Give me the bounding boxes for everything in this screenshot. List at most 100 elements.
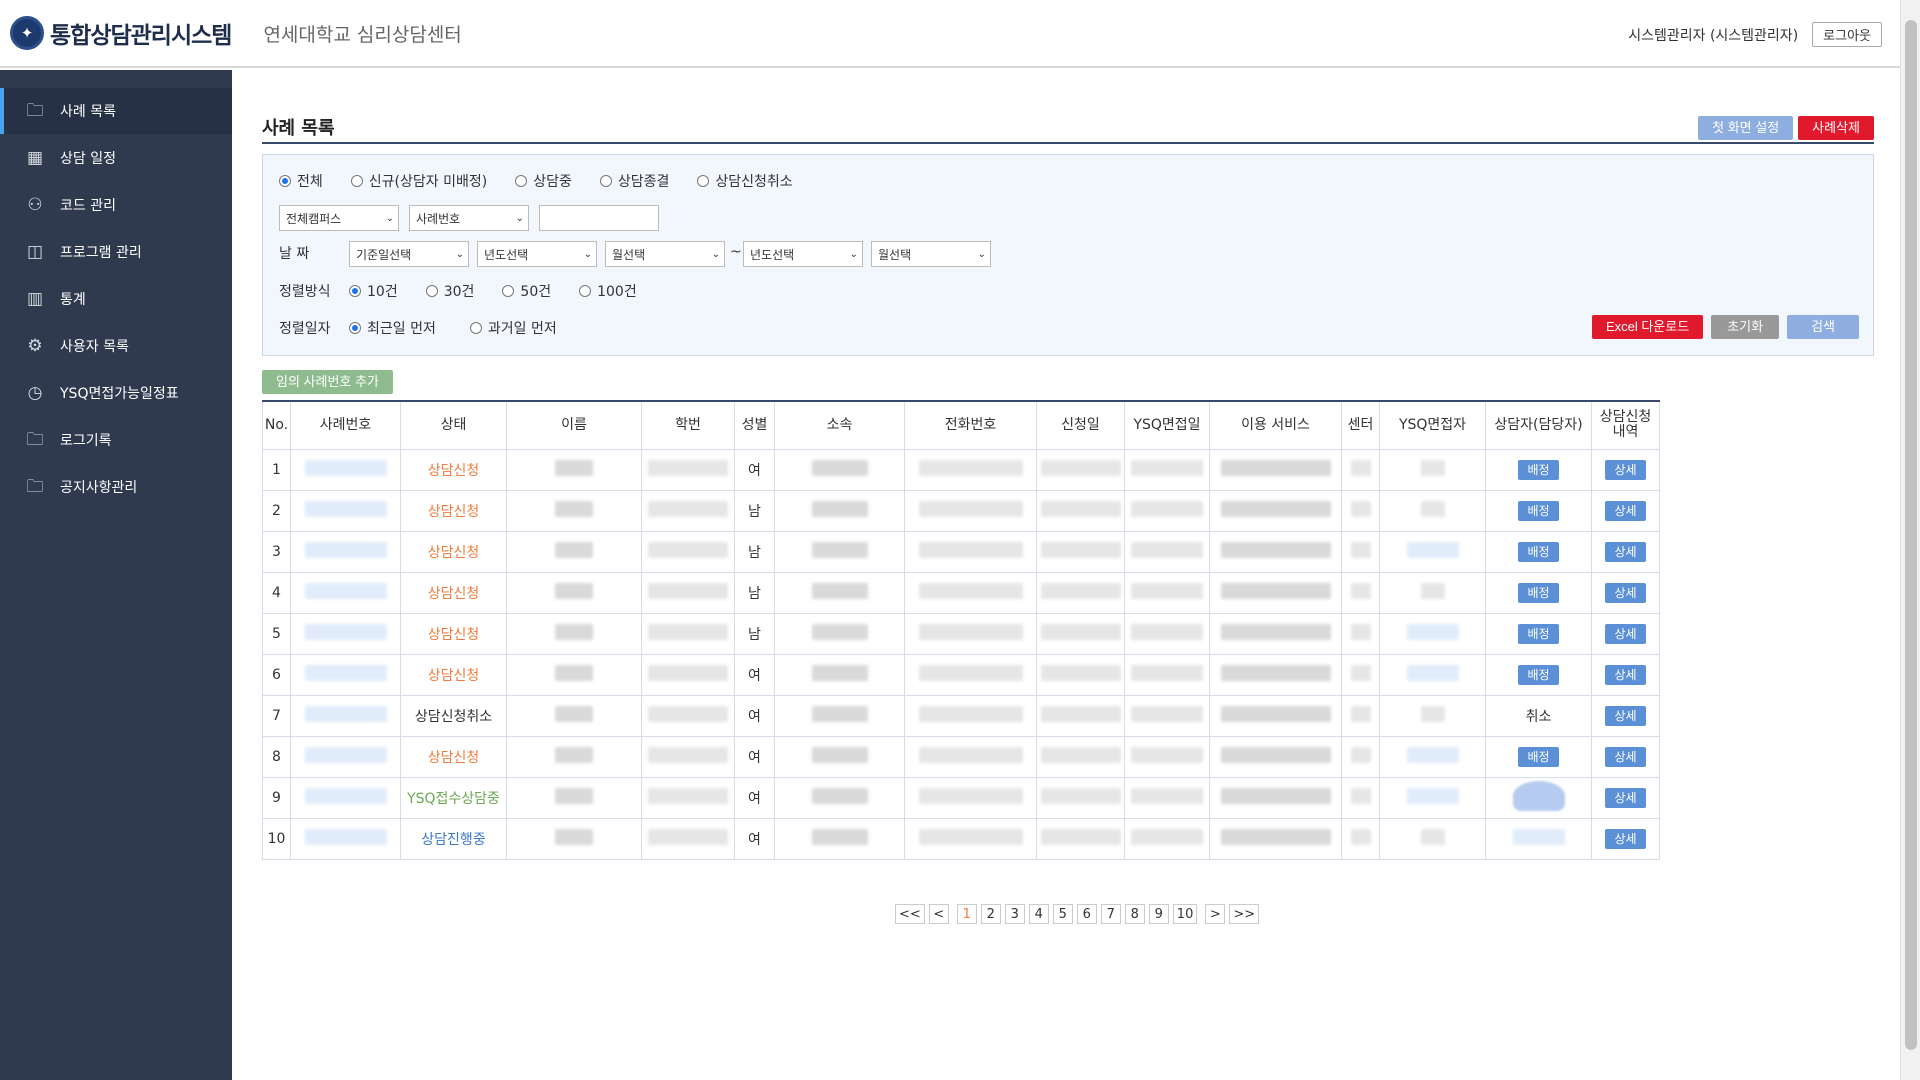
table-row[interactable]: 10 상담진행중 여 상세 [262, 817, 1660, 860]
col-no[interactable]: No. [262, 400, 291, 450]
radio-indicator[interactable] [350, 175, 363, 187]
excel-download-button[interactable]: Excel 다운로드 [1591, 315, 1704, 339]
last-page-button[interactable]: >> [1229, 904, 1260, 924]
col-detail[interactable]: 상담신청 내역 [1591, 400, 1660, 450]
table-row[interactable]: 6 상담신청 여 배정 상세 [262, 653, 1660, 696]
detail-button[interactable]: 상세 [1605, 623, 1646, 644]
prev-page-button[interactable]: < [928, 904, 949, 924]
month-to-select[interactable]: 월선택 ⌄ [871, 241, 991, 267]
table-row[interactable]: 4 상담신청 남 배정 상세 [262, 571, 1660, 614]
page-5-button[interactable]: 5 [1052, 904, 1073, 924]
delete-case-button[interactable]: 사례삭제 [1798, 116, 1874, 140]
logo[interactable]: ✦ 통합상담관리시스템 [10, 16, 232, 50]
col-affiliation[interactable]: 소속 [774, 400, 905, 450]
sidebar-item-code-management[interactable]: ⚇ 코드 관리 [0, 181, 232, 228]
status-radio-cancelled[interactable]: 상담신청취소 [697, 171, 793, 191]
detail-button[interactable]: 상세 [1605, 541, 1646, 562]
sidebar-item-program-management[interactable]: ◫ 프로그램 관리 [0, 228, 232, 275]
sidebar-item-log[interactable]: 🗀 로그기록 [0, 416, 232, 463]
assign-button[interactable]: 배정 [1518, 746, 1559, 767]
reset-button[interactable]: 초기화 [1711, 315, 1780, 339]
radio-indicator[interactable] [425, 285, 438, 297]
col-center[interactable]: 센터 [1341, 400, 1380, 450]
home-setting-button[interactable]: 첫 화면 설정 [1698, 116, 1794, 140]
table-row[interactable]: 1 상담신청 여 배정 상세 [262, 448, 1660, 491]
sidebar-item-schedule[interactable]: ▦ 상담 일정 [0, 134, 232, 181]
table-row[interactable]: 9 YSQ접수상담중 여 상세 [262, 776, 1660, 819]
sidebar-item-user-list[interactable]: ⚙ 사용자 목록 [0, 322, 232, 369]
table-row[interactable]: 2 상담신청 남 배정 상세 [262, 489, 1660, 532]
status-radio-in-progress[interactable]: 상담중 [515, 171, 572, 191]
assign-button[interactable]: 배정 [1518, 582, 1559, 603]
assign-button[interactable]: 배정 [1518, 500, 1559, 521]
sidebar-item-case-list[interactable]: 🗀 사례 목록 [0, 88, 232, 134]
page-9-button[interactable]: 9 [1148, 904, 1169, 924]
assign-button[interactable]: 배정 [1518, 459, 1559, 480]
radio-indicator[interactable] [349, 322, 361, 334]
sort-count-radio-30[interactable]: 30건 [425, 281, 474, 301]
radio-indicator[interactable] [515, 175, 528, 187]
logout-button[interactable]: 로그아웃 [1812, 22, 1882, 47]
page-4-button[interactable]: 4 [1028, 904, 1049, 924]
assign-button[interactable]: 배정 [1518, 541, 1559, 562]
sidebar-item-ysq-schedule[interactable]: ◷ YSQ면접가능일정표 [0, 369, 232, 416]
date-basis-select[interactable]: 기준일선택 ⌄ [349, 241, 469, 267]
radio-indicator[interactable] [469, 322, 482, 334]
detail-button[interactable]: 상세 [1605, 459, 1646, 480]
detail-button[interactable]: 상세 [1605, 828, 1646, 849]
table-row[interactable]: 8 상담신청 여 배정 상세 [262, 735, 1660, 778]
col-ysq-interview-date[interactable]: YSQ면접일 [1124, 400, 1210, 450]
col-gender[interactable]: 성별 [734, 400, 775, 450]
assign-button[interactable]: 배정 [1518, 664, 1559, 685]
page-1-button[interactable]: 1 [956, 904, 977, 924]
table-row[interactable]: 3 상담신청 남 배정 상세 [262, 530, 1660, 573]
sort-date-radio-oldest[interactable]: 과거일 먼저 [469, 318, 557, 338]
col-apply-date[interactable]: 신청일 [1036, 400, 1125, 450]
sort-count-radio-100[interactable]: 100건 [579, 281, 637, 301]
detail-button[interactable]: 상세 [1605, 705, 1646, 726]
col-name[interactable]: 이름 [506, 400, 642, 450]
status-radio-closed[interactable]: 상담종결 [599, 171, 669, 191]
vertical-scrollbar[interactable] [1900, 0, 1920, 1080]
year-from-select[interactable]: 년도선택 ⌄ [477, 241, 597, 267]
page-8-button[interactable]: 8 [1124, 904, 1145, 924]
radio-indicator[interactable] [349, 285, 361, 297]
sidebar-item-statistics[interactable]: ▥ 통계 [0, 275, 232, 322]
col-status[interactable]: 상태 [400, 400, 507, 450]
col-counselor[interactable]: 상담자(담당자) [1485, 400, 1592, 450]
assign-button[interactable]: 배정 [1518, 623, 1559, 644]
detail-button[interactable]: 상세 [1605, 664, 1646, 685]
col-ysq-interviewer[interactable]: YSQ면접자 [1379, 400, 1486, 450]
sort-count-radio-50[interactable]: 50건 [502, 281, 551, 301]
detail-button[interactable]: 상세 [1605, 582, 1646, 603]
page-7-button[interactable]: 7 [1100, 904, 1121, 924]
col-case-number[interactable]: 사례번호 [290, 400, 401, 450]
search-field-select[interactable]: 사례번호 ⌄ [409, 205, 529, 231]
add-case-number-button[interactable]: 임의 사례번호 추가 [262, 370, 393, 394]
detail-button[interactable]: 상세 [1605, 787, 1646, 808]
year-to-select[interactable]: 년도선택 ⌄ [743, 241, 863, 267]
radio-indicator[interactable] [599, 175, 612, 187]
status-radio-new[interactable]: 신규(상담자 미배정) [350, 171, 487, 191]
month-from-select[interactable]: 월선택 ⌄ [605, 241, 725, 267]
sidebar-item-notice-management[interactable]: 🗀 공지사항관리 [0, 463, 232, 510]
col-service[interactable]: 이용 서비스 [1209, 400, 1342, 450]
table-row[interactable]: 7 상담신청취소 여 취소 상세 [262, 694, 1660, 737]
first-page-button[interactable]: << [895, 904, 925, 924]
detail-button[interactable]: 상세 [1605, 746, 1646, 767]
col-student-id[interactable]: 학번 [641, 400, 735, 450]
detail-button[interactable]: 상세 [1605, 500, 1646, 521]
page-3-button[interactable]: 3 [1004, 904, 1025, 924]
next-page-button[interactable]: > [1205, 904, 1226, 924]
table-row[interactable]: 5 상담신청 남 배정 상세 [262, 612, 1660, 655]
radio-indicator[interactable] [697, 175, 710, 187]
sort-date-radio-recent[interactable]: 최근일 먼저 [349, 318, 436, 338]
sort-count-radio-10[interactable]: 10건 [349, 281, 398, 301]
col-phone[interactable]: 전화번호 [904, 400, 1037, 450]
page-2-button[interactable]: 2 [980, 904, 1001, 924]
campus-select[interactable]: 전체캠퍼스 ⌄ [279, 205, 399, 231]
scrollbar-thumb[interactable] [1905, 20, 1917, 1050]
search-button[interactable]: 검색 [1787, 315, 1859, 339]
radio-indicator[interactable] [579, 285, 592, 297]
page-6-button[interactable]: 6 [1076, 904, 1097, 924]
